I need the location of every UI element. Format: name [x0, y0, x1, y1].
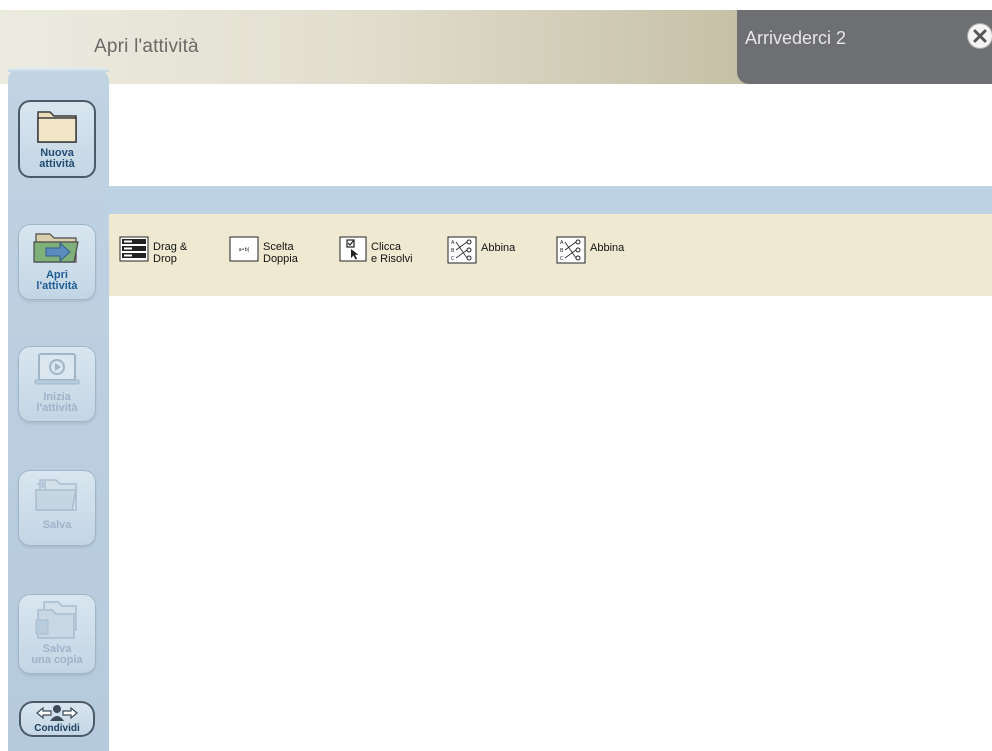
- drag-drop-icon: [119, 236, 149, 262]
- tool-drag-drop-label: Drag & Drop: [153, 241, 188, 265]
- tool-match-2-label: Abbina: [590, 242, 625, 254]
- open-activity-label: Apri l'attività: [36, 269, 78, 292]
- save-button[interactable]: Salva: [18, 470, 96, 546]
- sidebar: Nuova attività Apri l'attività Inizia l'…: [8, 68, 109, 751]
- click-solve-icon: [339, 236, 367, 262]
- save-copy-icon: [35, 601, 77, 639]
- new-activity-label: Nuova attività: [39, 147, 75, 170]
- save-label: Salva: [42, 519, 72, 531]
- share-button[interactable]: Condividi: [19, 701, 95, 737]
- section-band: [109, 186, 992, 214]
- tool-match-2[interactable]: A B C Abbina: [556, 236, 624, 264]
- share-label: Condividi: [34, 723, 80, 734]
- open-activity-button[interactable]: Apri l'attività: [18, 224, 96, 300]
- svg-text:A: A: [560, 240, 564, 246]
- page-title: Apri l'attività: [94, 36, 199, 57]
- svg-text:a•b|: a•b|: [239, 247, 250, 253]
- tool-click-solve[interactable]: Clicca e Risolvi: [339, 236, 413, 265]
- start-activity-label: Inizia l'attività: [36, 391, 78, 414]
- tool-match-1[interactable]: A B C Abbina: [447, 236, 515, 264]
- tool-click-solve-label: Clicca e Risolvi: [371, 241, 413, 265]
- save-icon: [35, 479, 77, 511]
- folder-icon: [37, 111, 77, 143]
- share-icon: [36, 705, 78, 721]
- svg-text:C: C: [451, 256, 455, 262]
- play-screen-icon: [34, 353, 80, 385]
- close-icon: [973, 29, 987, 43]
- svg-text:A: A: [451, 240, 455, 246]
- activity-name: Arrivederci 2: [745, 28, 847, 48]
- tool-double-choice[interactable]: a•b| Scelta Doppia: [229, 236, 298, 265]
- svg-text:C: C: [560, 256, 564, 262]
- match-icon: A B C: [447, 236, 477, 264]
- tool-double-choice-label: Scelta Doppia: [263, 241, 298, 265]
- svg-text:B: B: [451, 248, 455, 254]
- save-copy-label: Salva una copia: [31, 643, 83, 666]
- match-icon: A B C: [556, 236, 586, 264]
- open-folder-icon: [33, 233, 79, 263]
- close-button[interactable]: [967, 23, 992, 49]
- new-activity-button[interactable]: Nuova attività: [18, 100, 96, 178]
- svg-text:B: B: [560, 248, 564, 254]
- tool-drag-drop[interactable]: Drag & Drop: [119, 236, 187, 265]
- tool-match-1-label: Abbina: [481, 242, 516, 254]
- start-activity-button[interactable]: Inizia l'attività: [18, 346, 96, 422]
- double-choice-icon: a•b|: [229, 236, 259, 262]
- save-copy-button[interactable]: Salva una copia: [18, 594, 96, 674]
